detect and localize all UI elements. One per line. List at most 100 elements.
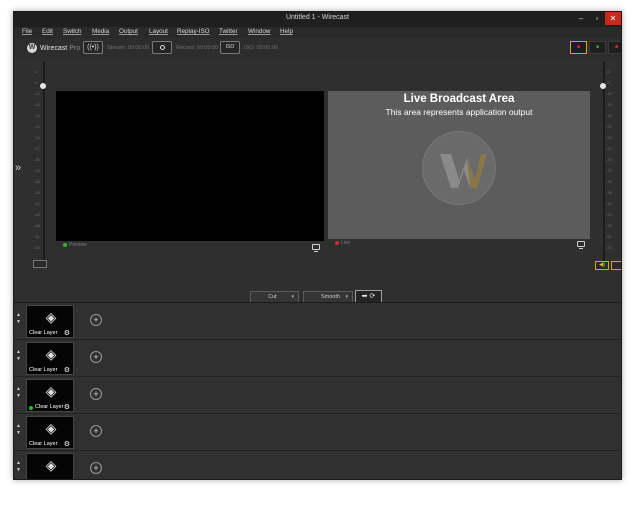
add-shot-button[interactable]: +	[90, 388, 102, 400]
meter-tick-label: -30	[34, 157, 40, 162]
meter-rail	[603, 61, 605, 261]
monitor-button-3[interactable]: ■	[608, 41, 621, 54]
layers-panel: ▲ ▼ ◈ Clear Layer ⚙ + ▲ ▼ ◈ Clear Layer ⚙ + ▲ ▼ ◈ Clear…	[14, 302, 621, 479]
meter-tick-label: -39	[34, 190, 40, 195]
smooth-label: Smooth	[321, 294, 340, 300]
meter-tick-label: -9	[606, 80, 610, 85]
stage-area: » -6 -9 -12 -15 -18 -21 -24 -27 -30 -33 -36 -39 -42 -…	[14, 58, 621, 304]
meter-tick-label: -42	[34, 201, 40, 206]
left-meter-ticks: -6 -9 -12 -15 -18 -21 -24 -27 -30 -33 -36 -39 -42 -45…	[34, 61, 42, 261]
layer-label: Clear Layer	[35, 404, 64, 410]
preview-audio-button[interactable]	[33, 260, 47, 268]
maximize-button[interactable]: ▫	[590, 12, 604, 25]
menu-switch[interactable]: Switch	[63, 28, 82, 35]
meter-tick-label: -24	[34, 135, 40, 140]
stream-timer: Stream: 00:00:00	[107, 45, 150, 51]
move-down-icon[interactable]: ▼	[16, 356, 21, 363]
menu-edit[interactable]: Edit	[42, 28, 53, 35]
layer-shot-thumbnail[interactable]: ◈ Clear Layer ⚙	[26, 416, 74, 449]
move-down-icon[interactable]: ▼	[16, 467, 21, 474]
menu-help[interactable]: Help	[280, 28, 293, 35]
move-down-icon[interactable]: ▼	[16, 319, 21, 326]
move-down-icon[interactable]: ▼	[16, 430, 21, 437]
meter-tick-label: -51	[606, 234, 612, 239]
layer-label: Clear Layer	[29, 367, 58, 373]
menu-twitter[interactable]: Twitter	[219, 28, 238, 35]
meter-tick-label: -6	[606, 69, 610, 74]
move-up-icon[interactable]: ▲	[16, 312, 21, 319]
layer-stack-icon: ◈	[45, 346, 57, 362]
live-display-icon[interactable]	[577, 241, 585, 249]
add-shot-button[interactable]: +	[90, 351, 102, 363]
layer-row: ▲ ▼ ◈ Clear Layer ⚙ +	[14, 414, 621, 451]
meter-tick-label: -18	[34, 113, 40, 118]
monitor-button-2[interactable]: ■	[589, 41, 606, 54]
move-up-icon[interactable]: ▲	[16, 349, 21, 356]
speaker-icon[interactable]: ◀)	[595, 261, 609, 270]
iso-timer: ISO: 00:00:00	[244, 45, 278, 51]
meter-tick-label: -54	[34, 245, 40, 250]
meter-tick-label: -21	[34, 124, 40, 129]
gear-icon[interactable]: ⚙	[64, 329, 70, 337]
broadcast-icon: ((•))	[87, 44, 99, 51]
stream-button[interactable]: ((•))	[83, 41, 103, 54]
meter-tick-label: -45	[34, 212, 40, 217]
meter-tick-label: -15	[606, 102, 612, 107]
meter-tick-label: -27	[606, 146, 612, 151]
wirecast-logo-icon: W	[27, 43, 37, 53]
toolbar: W Wirecast Pro ((•)) Stream: 00:00:00 Re…	[14, 38, 621, 58]
meter-tick-label: -36	[34, 179, 40, 184]
audio-monitor-button[interactable]	[611, 261, 621, 270]
move-down-icon[interactable]: ▼	[16, 393, 21, 400]
preview-display-icon[interactable]	[312, 244, 320, 252]
meter-tick-label: -27	[34, 146, 40, 151]
preview-status-dot	[63, 243, 67, 247]
menu-bar: File Edit Switch Media Output Layout Rep…	[14, 27, 621, 38]
add-shot-button[interactable]: +	[90, 425, 102, 437]
close-button[interactable]: ✕	[605, 12, 621, 25]
add-shot-button[interactable]: +	[90, 462, 102, 474]
layer-stack-icon: ◈	[45, 383, 57, 399]
menu-layout[interactable]: Layout	[149, 28, 168, 35]
gear-icon[interactable]: ⚙	[64, 403, 70, 411]
monitor-indicator-icon: ■	[595, 44, 600, 50]
layer-reorder-arrows: ▲ ▼	[16, 460, 21, 474]
layer-reorder-arrows: ▲ ▼	[16, 312, 21, 326]
meter-tick-label: -18	[606, 113, 612, 118]
move-up-icon[interactable]: ▲	[16, 386, 21, 393]
chevron-down-icon: ▼	[344, 294, 349, 299]
layer-shot-thumbnail[interactable]: ◈ Clear Layer ⚙	[26, 305, 74, 338]
menu-output[interactable]: Output	[119, 28, 138, 35]
record-icon	[159, 45, 165, 50]
layer-shot-thumbnail[interactable]: ◈ Clear Layer ⚙	[26, 342, 74, 375]
record-button[interactable]	[152, 41, 172, 54]
layer-stack-icon: ◈	[45, 420, 57, 436]
meter-tick-label: -12	[34, 91, 40, 96]
menu-media[interactable]: Media	[92, 28, 109, 35]
add-shot-button[interactable]: +	[90, 314, 102, 326]
move-up-icon[interactable]: ▲	[16, 460, 21, 467]
gear-icon[interactable]: ⚙	[64, 366, 70, 374]
layer-stack-icon: ◈	[45, 309, 57, 325]
menu-replay-iso[interactable]: Replay-ISO	[177, 28, 210, 35]
gear-icon[interactable]: ⚙	[64, 440, 70, 448]
menu-file[interactable]: File	[22, 28, 32, 35]
move-up-icon[interactable]: ▲	[16, 423, 21, 430]
layer-row: ▲ ▼ ◈ Clear Layer ⚙ +	[14, 303, 621, 340]
left-audio-meter: -6 -9 -12 -15 -18 -21 -24 -27 -30 -33 -36 -39 -42 -45…	[34, 61, 54, 261]
minimize-button[interactable]: –	[574, 12, 588, 25]
expand-panel-icon[interactable]: »	[15, 162, 21, 174]
meter-tick-label: -48	[34, 223, 40, 228]
preview-monitor[interactable]	[56, 91, 324, 241]
meter-tick-label: -36	[606, 179, 612, 184]
monitor-indicator-icon: ■	[576, 44, 581, 50]
meter-tick-label: -33	[34, 168, 40, 173]
meter-tick-label: -33	[606, 168, 612, 173]
layer-shot-thumbnail[interactable]: ◈	[26, 453, 74, 479]
layer-shot-thumbnail[interactable]: ◈ Clear Layer ⚙	[26, 379, 74, 412]
meter-tick-label: -48	[606, 223, 612, 228]
monitor-button-1[interactable]: ■	[570, 41, 587, 54]
live-label: Live	[341, 240, 351, 246]
iso-button[interactable]: ISO	[220, 41, 240, 54]
menu-window[interactable]: Window	[248, 28, 270, 35]
